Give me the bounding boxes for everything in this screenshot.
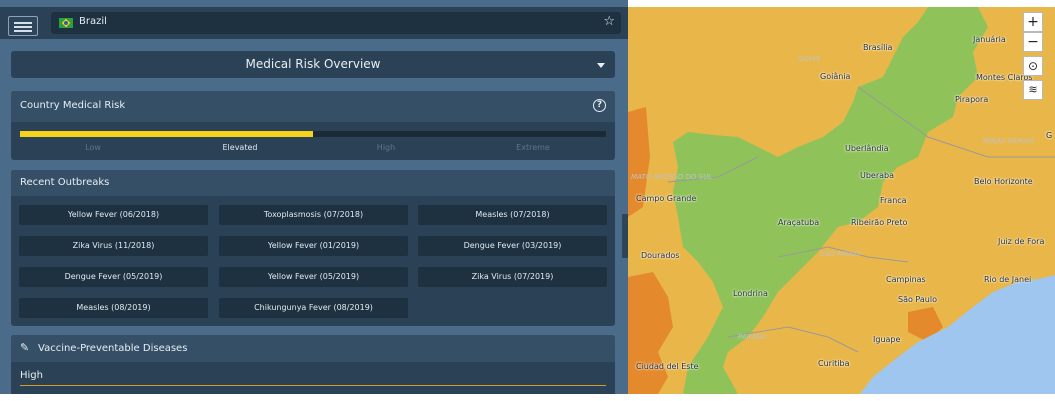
- map-city-label: Campo Grande: [636, 194, 697, 203]
- outbreak-button[interactable]: Yellow Fever (01/2019): [219, 236, 408, 256]
- map-city-label: Ribeirão Preto: [851, 218, 908, 227]
- outbreak-button[interactable]: Chikungunya Fever (08/2019): [219, 298, 408, 318]
- vaccine-title: Vaccine-Preventable Diseases: [38, 343, 188, 354]
- high-risk-area: [628, 272, 673, 394]
- country-risk-card: Country Medical Risk ? Low Elevated High…: [11, 91, 615, 160]
- risk-map[interactable]: GOIÁS MINAS GERAIS MATO GROSSO DO SUL SÃ…: [628, 7, 1055, 394]
- map-city-label: Franca: [880, 196, 907, 205]
- syringe-icon: ✎: [20, 341, 30, 354]
- map-city-label: Goiânia: [820, 72, 851, 81]
- map-city-label: Campinas: [886, 275, 926, 284]
- menu-button[interactable]: [8, 16, 38, 36]
- risk-level-bar: [20, 131, 606, 137]
- country-name: Brazil: [79, 16, 107, 27]
- caret-down-icon: [597, 63, 605, 68]
- vaccine-level-underline: [20, 385, 606, 386]
- layers-icon[interactable]: ≋: [1023, 80, 1043, 100]
- section-dropdown[interactable]: Medical Risk Overview: [11, 51, 615, 78]
- recent-outbreaks-card: Recent Outbreaks Yellow Fever (06/2018) …: [11, 170, 615, 326]
- map-region-label: MATO GROSSO DO SUL: [631, 173, 713, 181]
- country-risk-title: Country Medical Risk: [20, 100, 126, 111]
- risk-level-fill: [20, 131, 313, 137]
- risk-label-low: Low: [85, 143, 101, 152]
- hamburger-icon-line: [14, 30, 32, 32]
- locate-icon[interactable]: ⊙: [1023, 56, 1043, 76]
- hamburger-icon-line: [14, 22, 32, 24]
- recent-outbreaks-header: Recent Outbreaks: [11, 170, 615, 196]
- bottom-strip: [0, 394, 1055, 401]
- help-icon[interactable]: ?: [593, 99, 606, 112]
- zoom-in-button[interactable]: +: [1023, 12, 1043, 32]
- map-region-label: PARANÁ: [738, 333, 767, 341]
- zoom-out-button[interactable]: −: [1023, 32, 1043, 52]
- outbreak-button[interactable]: Yellow Fever (06/2018): [19, 205, 208, 225]
- risk-panel: Brazil ☆ Medical Risk Overview Country M…: [0, 0, 628, 401]
- map-city-label: Uberlândia: [845, 144, 889, 153]
- outbreak-button[interactable]: Toxoplasmosis (07/2018): [219, 205, 408, 225]
- outbreak-button[interactable]: Zika Virus (07/2019): [418, 267, 607, 287]
- outbreak-button[interactable]: Measles (08/2019): [19, 298, 208, 318]
- vaccine-risk-level: High: [20, 370, 43, 381]
- map-city-label: Araçatuba: [778, 218, 820, 227]
- risk-label-elevated: Elevated: [222, 143, 258, 152]
- outbreak-button[interactable]: Zika Virus (11/2018): [19, 236, 208, 256]
- vaccine-header[interactable]: ✎ Vaccine-Preventable Diseases: [11, 335, 615, 362]
- map-city-label: Curitiba: [818, 359, 850, 368]
- outbreak-button[interactable]: Yellow Fever (05/2019): [219, 267, 408, 287]
- country-risk-header: Country Medical Risk ?: [11, 91, 615, 122]
- map-city-label: Iguape: [873, 335, 901, 344]
- map-city-label: Brasília: [863, 43, 893, 52]
- map-city-label: Uberaba: [860, 171, 895, 180]
- map-city-label: Rio de Janei: [984, 275, 1032, 284]
- risk-label-high: High: [376, 143, 396, 152]
- brazil-flag-icon: [59, 18, 73, 28]
- map-city-label: Juiz de Fora: [998, 237, 1045, 246]
- outbreak-button[interactable]: Dengue Fever (03/2019): [418, 236, 607, 256]
- map-region-label: SÃO PAULO: [820, 250, 860, 258]
- map-city-label: Ciudad del Este: [636, 362, 699, 371]
- vaccine-card: ✎ Vaccine-Preventable Diseases High: [11, 335, 615, 401]
- country-selector[interactable]: Brazil ☆: [51, 12, 621, 34]
- outbreak-button[interactable]: Dengue Fever (05/2019): [19, 267, 208, 287]
- favorite-star-icon[interactable]: ☆: [603, 14, 615, 29]
- recent-outbreaks-title: Recent Outbreaks: [20, 177, 110, 188]
- risk-label-extreme: Extreme: [516, 143, 550, 152]
- hamburger-icon-line: [14, 26, 32, 28]
- map-region-label: MINAS GERAIS: [983, 137, 1034, 145]
- map-city-label: Dourados: [641, 251, 680, 260]
- map-city-label: G: [1046, 131, 1053, 140]
- map-city-label: São Paulo: [898, 295, 937, 304]
- map-city-label: Januária: [973, 35, 1006, 44]
- map-city-label: Belo Horizonte: [974, 177, 1033, 186]
- map-city-label: Pirapora: [955, 95, 989, 104]
- map-city-label: Londrina: [733, 289, 768, 298]
- section-dropdown-label: Medical Risk Overview: [245, 57, 381, 71]
- map-region-label: GOIÁS: [798, 55, 821, 63]
- outbreak-button[interactable]: Measles (07/2018): [418, 205, 607, 225]
